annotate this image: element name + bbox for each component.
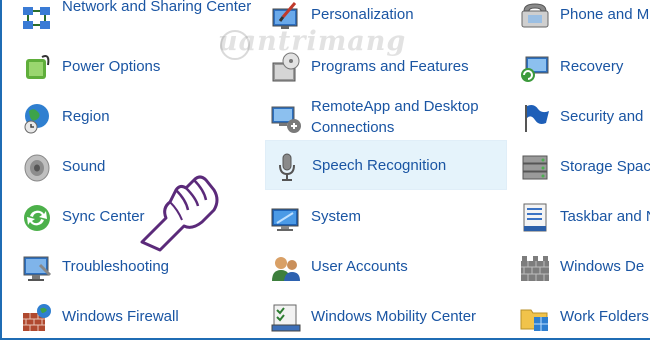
cp-item-power-options[interactable]: Power Options: [16, 42, 256, 92]
cp-item-sound[interactable]: Sound: [16, 142, 256, 192]
firewall-icon: [20, 301, 54, 335]
cp-item-label: Speech Recognition: [312, 157, 447, 174]
work-folders-icon: [518, 301, 552, 335]
cp-item-label: Personalization: [311, 6, 414, 23]
cp-item-security-and-maintenance[interactable]: Security and: [514, 92, 650, 142]
cp-item-label: Troubleshooting: [62, 258, 170, 275]
cp-item-label: Network and Sharing Center: [62, 0, 252, 15]
power-options-icon: [20, 51, 54, 85]
cp-item-phone-and-modem[interactable]: Phone and M: [514, 0, 650, 40]
phone-modem-icon: [518, 0, 552, 33]
security-flag-icon: [518, 101, 552, 135]
cp-item-remoteapp-and-desktop-connections[interactable]: RemoteApp and Desktop Connections: [265, 92, 507, 142]
programs-features-icon: [269, 51, 303, 85]
troubleshooting-icon: [20, 251, 54, 285]
cp-item-label: Region: [62, 108, 110, 125]
cp-item-storage-spaces[interactable]: Storage Spac: [514, 142, 650, 192]
cp-item-system[interactable]: System: [265, 192, 507, 242]
cp-item-label: Windows Firewall: [62, 308, 179, 325]
mobility-center-icon: [269, 301, 303, 335]
personalization-icon: [269, 0, 303, 33]
cp-item-label: Work Folders: [560, 308, 649, 325]
cp-item-work-folders[interactable]: Work Folders: [514, 292, 650, 342]
cp-item-label: Windows Mobility Center: [311, 308, 477, 325]
network-sharing-icon: [20, 1, 54, 35]
storage-spaces-icon: [518, 151, 552, 185]
speaker-icon: [20, 151, 54, 185]
user-accounts-icon: [269, 251, 303, 285]
cp-item-user-accounts[interactable]: User Accounts: [265, 242, 507, 292]
cp-item-windows-firewall[interactable]: Windows Firewall: [16, 292, 256, 342]
taskbar-icon: [518, 201, 552, 235]
cp-item-label: Sync Center: [62, 208, 145, 225]
cp-item-region[interactable]: Region: [16, 92, 256, 142]
cp-item-personalization[interactable]: Personalization: [265, 0, 507, 40]
windows-defender-icon: [518, 251, 552, 285]
recovery-icon: [518, 51, 552, 85]
cp-item-sync-center[interactable]: Sync Center: [16, 192, 256, 242]
region-globe-icon: [20, 101, 54, 135]
sync-icon: [20, 201, 54, 235]
cp-item-label: RemoteApp and Desktop Connections: [311, 98, 479, 136]
cp-item-label: Programs and Features: [311, 58, 469, 75]
cp-item-label: Phone and M: [560, 6, 650, 23]
cp-item-label: User Accounts: [311, 258, 408, 275]
cp-item-network-and-sharing-center[interactable]: Network and Sharing Center: [16, 0, 256, 42]
cp-item-label: Recovery: [560, 58, 624, 75]
cp-item-label: Taskbar and N: [560, 208, 650, 225]
system-monitor-icon: [269, 201, 303, 235]
cp-item-label: Storage Spac: [560, 158, 650, 175]
cp-item-label: Sound: [62, 158, 106, 175]
cp-item-taskbar-and-navigation[interactable]: Taskbar and N: [514, 192, 650, 242]
cp-item-label: System: [311, 208, 362, 225]
cp-item-label: Power Options: [62, 58, 161, 75]
microphone-icon: [270, 150, 304, 184]
cp-item-recovery[interactable]: Recovery: [514, 42, 650, 92]
cp-item-label: Security and: [560, 108, 644, 125]
remoteapp-icon: [269, 101, 303, 135]
cp-item-troubleshooting[interactable]: Troubleshooting: [16, 242, 256, 292]
cp-item-windows-defender[interactable]: Windows De: [514, 242, 650, 292]
cp-item-programs-and-features[interactable]: Programs and Features: [265, 42, 507, 92]
cp-item-label: Windows De: [560, 258, 645, 275]
cp-item-windows-mobility-center[interactable]: Windows Mobility Center: [265, 292, 507, 342]
cp-item-speech-recognition[interactable]: Speech Recognition: [265, 140, 507, 190]
